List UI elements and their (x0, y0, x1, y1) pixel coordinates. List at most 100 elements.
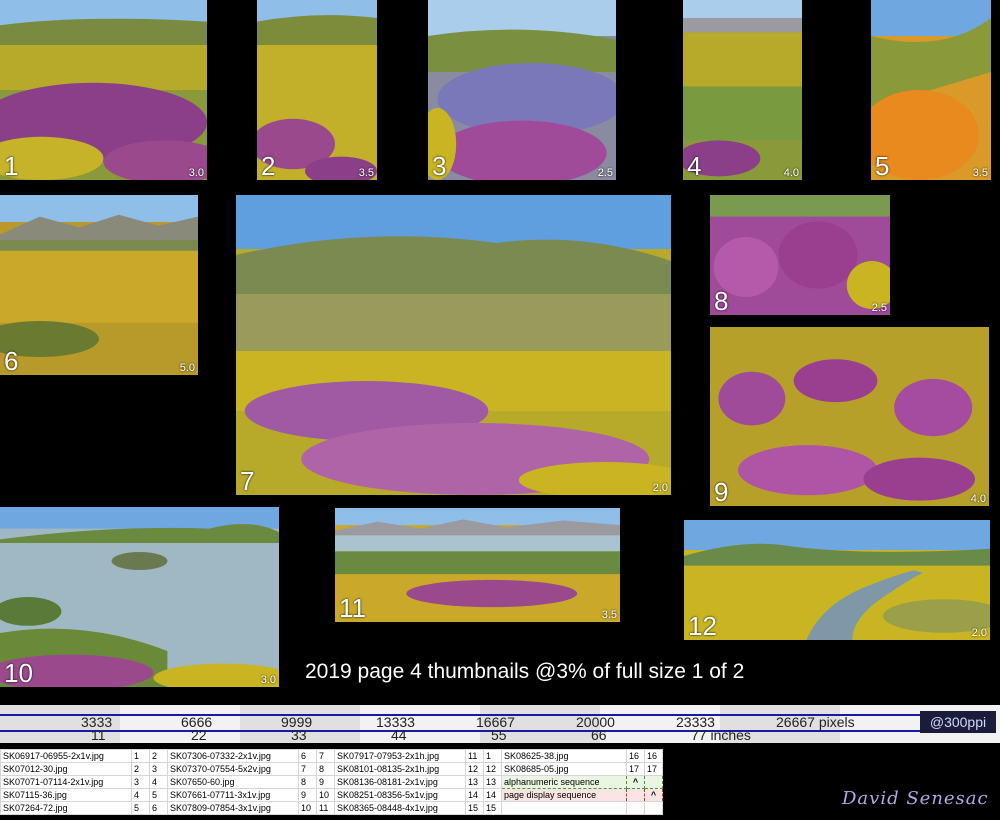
thumbnail-ratio: 3.5 (972, 167, 988, 179)
filename-cell: SK07306-07332-2x1v.jpg (167, 749, 299, 763)
sequence-cell: 6 (298, 749, 317, 763)
filename-cell: SK07661-07711-3x1v.jpg (167, 788, 299, 802)
filename-cell: SK08251-08356-5x1v.jpg (334, 788, 466, 802)
filename-cell: alphanumeric sequence (501, 775, 627, 789)
filename-cell: SK08136-08181-2x1v.jpg (334, 775, 466, 789)
filename-cell (501, 801, 627, 815)
sequence-cell (626, 801, 645, 815)
sequence-cell: 4 (149, 775, 168, 789)
sequence-cell: 14 (465, 788, 484, 802)
filename-cell: SK07650-60.jpg (167, 775, 299, 789)
inch-tick: 44 (391, 727, 407, 743)
inch-tick: 22 (191, 727, 207, 743)
thumbnail-4[interactable]: 4 4.0 (683, 0, 802, 180)
sequence-cell: 14 (483, 788, 502, 802)
size-ruler: 3333 6666 9999 13333 16667 20000 23333 2… (0, 705, 1000, 743)
sequence-cell: ^ (644, 788, 663, 802)
sequence-cell: 2 (149, 749, 168, 763)
pixel-tick: 26667 pixels (776, 714, 855, 730)
filename-cell: SK07917-07953-2x1h.jpg (334, 749, 466, 763)
sequence-cell: 5 (131, 801, 150, 815)
thumbnail-12[interactable]: 12 2.0 (684, 520, 990, 640)
filename-cell: SK07115-36.jpg (0, 788, 132, 802)
sequence-cell: 12 (483, 762, 502, 776)
thumbnail-11[interactable]: 11 3.5 (335, 508, 620, 622)
sequence-cell: 6 (149, 801, 168, 815)
table-row: SK06917-06955-2x1v.jpg 1 2 SK07306-07332-2x… (0, 749, 663, 763)
thumbnail-ratio: 2.0 (652, 482, 668, 494)
sequence-cell: 8 (298, 775, 317, 789)
sequence-cell: 3 (131, 775, 150, 789)
lake-shore-photo (335, 508, 620, 622)
thumbnail-ratio: 2.0 (971, 627, 987, 639)
owls-clover-closeup-photo (710, 195, 890, 315)
table-row: SK07012-30.jpg 2 3 SK07370-07554-5x2v.jpg 7 8… (0, 762, 663, 776)
filename-cell: SK07012-30.jpg (0, 762, 132, 776)
thumbnail-10[interactable]: 10 3.0 (0, 507, 279, 687)
sequence-cell (626, 788, 645, 802)
thumbnail-9[interactable]: 9 4.0 (710, 327, 989, 506)
thumbnail-ratio: 2.5 (597, 167, 613, 179)
sequence-cell: 15 (483, 801, 502, 815)
thumbnail-2[interactable]: 2 3.5 (257, 0, 377, 180)
thumbnail-8[interactable]: 8 2.5 (710, 195, 890, 315)
sequence-cell: 16 (644, 749, 663, 763)
wildflower-hillside-photo (0, 0, 207, 180)
sequence-cell: 10 (298, 801, 317, 815)
thumbnail-5[interactable]: 5 3.5 (871, 0, 991, 180)
owls-clover-meadow-photo (236, 195, 671, 495)
sequence-cell: 7 (316, 749, 335, 763)
thumbnail-number: 10 (4, 658, 33, 687)
thumbnail-ratio: 4.0 (970, 493, 986, 505)
thumbnail-ratio: 5.0 (179, 362, 195, 374)
filename-cell: SK08685-05.jpg (501, 762, 627, 776)
sequence-cell: 13 (483, 775, 502, 789)
sequence-cell: 11 (465, 749, 484, 763)
table-row: SK07264-72.jpg 5 6 SK07809-07854-3x1v.jpg 10… (0, 801, 663, 815)
stream-meadow-photo (684, 520, 990, 640)
filename-cell: SK06917-06955-2x1v.jpg (0, 749, 132, 763)
table-row: SK07071-07114-2x1v.jpg 3 4 SK07650-60.jpg 8 9… (0, 775, 663, 789)
inch-tick: 33 (291, 727, 307, 743)
sequence-cell: 1 (131, 749, 150, 763)
thumbnail-ratio: 2.5 (871, 302, 887, 314)
inch-tick: 55 (491, 727, 507, 743)
valley-goldfields-photo (0, 195, 198, 375)
sequence-cell: 7 (298, 762, 317, 776)
thumbnail-7[interactable]: 7 2.0 (236, 195, 671, 495)
pond-reflection-photo (0, 507, 279, 687)
file-sequence-table: SK06917-06955-2x1v.jpg 1 2 SK07306-07332-2x… (0, 749, 663, 815)
sequence-cell: 4 (131, 788, 150, 802)
thumbnail-3[interactable]: 3 2.5 (428, 0, 616, 180)
inch-line (0, 730, 920, 732)
filename-cell: SK08365-08448-4x1v.jpg (334, 801, 466, 815)
thumbnail-number: 1 (4, 151, 19, 180)
thumbnail-ratio: 4.0 (783, 167, 799, 179)
sequence-cell: 15 (465, 801, 484, 815)
sequence-cell: 2 (131, 762, 150, 776)
table-row: SK07115-36.jpg 4 5 SK07661-07711-3x1v.jpg 9 1… (0, 788, 663, 802)
sequence-cell: 9 (316, 775, 335, 789)
thumbnail-number: 8 (714, 286, 729, 315)
photographer-signature: David Senesac (842, 788, 989, 809)
thumbnail-1[interactable]: 1 3.0 (0, 0, 207, 180)
phacelia-field-photo (428, 0, 616, 180)
thumbnail-6[interactable]: 6 5.0 (0, 195, 198, 375)
page-caption: 2019 page 4 thumbnails @3% of full size … (305, 660, 745, 683)
filename-cell: SK08101-08135-2x1h.jpg (334, 762, 466, 776)
thumbnail-number: 11 (339, 593, 366, 622)
thumbnail-number: 7 (240, 466, 255, 495)
thumbnail-number: 9 (714, 477, 729, 506)
thumbnail-number: 4 (687, 151, 702, 180)
goldfields-owls-clover-photo (710, 327, 989, 506)
sequence-cell: 17 (644, 762, 663, 776)
thumbnail-ratio: 3.5 (601, 609, 617, 621)
sequence-cell: 9 (298, 788, 317, 802)
ppi-badge: @300ppi (920, 711, 996, 733)
filename-cell: SK07264-72.jpg (0, 801, 132, 815)
thumbnail-number: 5 (875, 151, 890, 180)
thumbnail-number: 3 (432, 151, 447, 180)
filename-cell: SK07071-07114-2x1v.jpg (0, 775, 132, 789)
sequence-cell: 5 (149, 788, 168, 802)
thumbnail-ratio: 3.5 (358, 167, 374, 179)
